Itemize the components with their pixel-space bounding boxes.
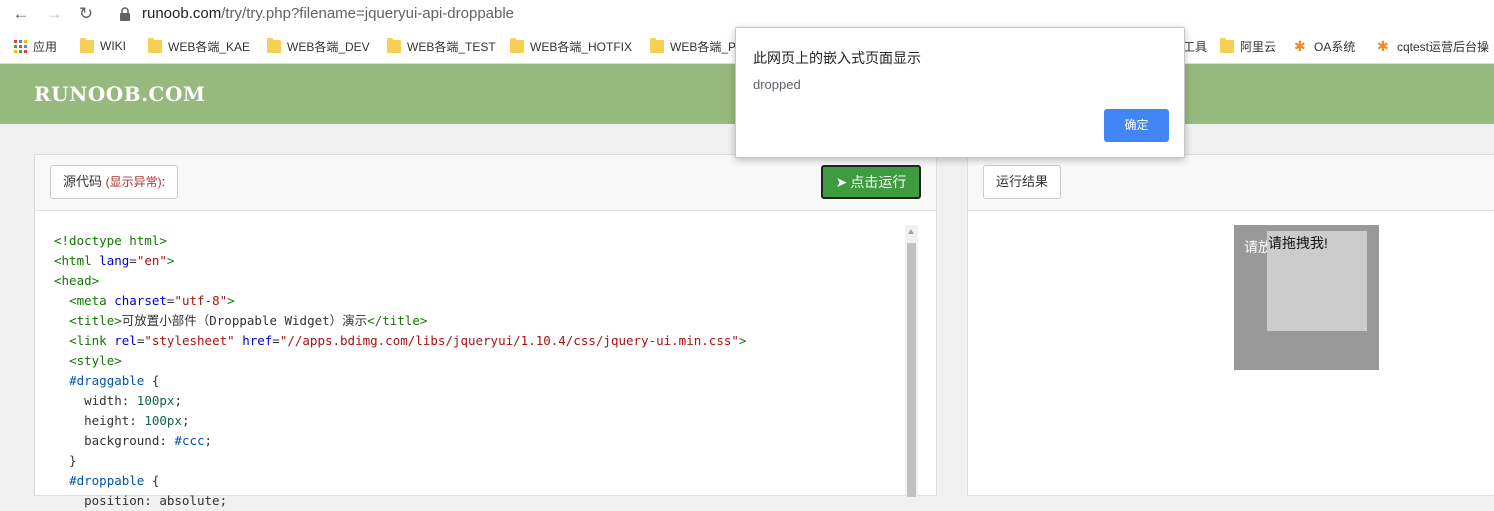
bookmark-item[interactable]: 工具 [1183, 37, 1207, 55]
dialog-message: dropped [753, 77, 801, 92]
bookmark-item[interactable]: WEB各端_TEST [387, 37, 496, 55]
bookmark-item[interactable]: ✱ OA系统 [1294, 37, 1355, 55]
bookmark-label: 阿里云 [1240, 39, 1277, 54]
folder-icon [80, 37, 94, 53]
result-label: 运行结果 [996, 174, 1049, 189]
bookmark-item[interactable]: WEB各端_KAE [148, 37, 250, 55]
source-label: 源代码 [63, 174, 103, 189]
bookmark-label: WEB各端_HOTFIX [530, 39, 633, 54]
paper-plane-icon: ➤ [835, 174, 848, 190]
folder-icon [1220, 37, 1234, 53]
bookmark-item[interactable]: 阿里云 [1220, 37, 1276, 55]
bookmark-label: WEB各端_TEST [407, 39, 496, 54]
url-host: runoob.com [142, 5, 222, 22]
alert-dialog: 此网页上的嵌入式页面显示 dropped 确定 [735, 27, 1185, 158]
bookmark-label: 应用 [33, 39, 58, 54]
bookmark-item[interactable]: ✱ cqtest运营后台操 [1377, 37, 1489, 55]
forward-icon[interactable]: → [44, 4, 64, 24]
scrollbar-thumb[interactable] [907, 243, 916, 497]
result-panel: 运行结果 请放 请拖拽我! [967, 154, 1494, 496]
draggable-box[interactable]: 请拖拽我! [1267, 231, 1367, 331]
reload-icon[interactable]: ↻ [76, 4, 96, 24]
bookmark-item[interactable]: WEB各端_HOTFIX [510, 37, 632, 55]
bookmark-item[interactable]: WIKI [80, 37, 126, 55]
dialog-title: 此网页上的嵌入式页面显示 [753, 50, 921, 66]
apps-grid-icon [14, 39, 27, 53]
bookmark-label: 工具 [1183, 39, 1208, 54]
folder-icon [510, 37, 524, 53]
source-code-button[interactable]: 源代码 (显示异常): [50, 165, 179, 199]
scroll-up-arrow-icon[interactable] [908, 229, 914, 234]
bookmark-label: WIKI [100, 39, 126, 53]
folder-icon [267, 37, 281, 53]
back-icon[interactable]: ← [11, 4, 31, 24]
source-panel: 源代码 (显示异常): ➤ 点击运行 <!doctype html> <html … [34, 154, 937, 508]
lock-icon [120, 7, 130, 21]
bookmark-label: WEB各端_DEV [287, 39, 370, 54]
source-toolbar: 源代码 (显示异常): ➤ 点击运行 [35, 155, 936, 211]
code-editor[interactable]: <!doctype html> <html lang="en"> <head> … [54, 231, 746, 511]
droppable-box: 请放 请拖拽我! [1234, 225, 1379, 370]
folder-icon [387, 37, 401, 53]
result-toolbar: 运行结果 [968, 155, 1494, 211]
bookmark-item[interactable]: WEB各端_P [650, 37, 736, 55]
bookmark-label: OA系统 [1314, 39, 1356, 54]
address-bar: ← → ↻ runoob.com/try/try.php?filename=jq… [0, 0, 1494, 28]
source-warning: (显示异常) [105, 175, 162, 189]
run-label: 点击运行 [850, 174, 907, 190]
bookmark-label: WEB各端_P [670, 39, 737, 54]
bookmark-label: WEB各端_KAE [168, 39, 251, 54]
cube-icon: ✱ [1377, 38, 1389, 54]
run-button[interactable]: ➤ 点击运行 [821, 165, 921, 199]
folder-icon [148, 37, 162, 53]
site-logo[interactable]: RUNOOB.COM [34, 82, 206, 106]
url-path: /try/try.php?filename=jqueryui-api-dropp… [221, 5, 515, 22]
folder-icon [650, 37, 664, 53]
bookmark-apps[interactable]: 应用 [14, 37, 57, 55]
code-scrollbar[interactable] [905, 225, 918, 497]
source-colon: : [161, 174, 166, 189]
result-button[interactable]: 运行结果 [983, 165, 1062, 199]
ok-button[interactable]: 确定 [1104, 109, 1169, 142]
draggable-text: 请拖拽我! [1268, 235, 1328, 251]
url-field[interactable]: runoob.com/try/try.php?filename=jqueryui… [142, 5, 514, 22]
bookmark-item[interactable]: WEB各端_DEV [267, 37, 370, 55]
bookmark-label: cqtest运营后台操 [1397, 39, 1490, 54]
cube-icon: ✱ [1294, 38, 1306, 54]
